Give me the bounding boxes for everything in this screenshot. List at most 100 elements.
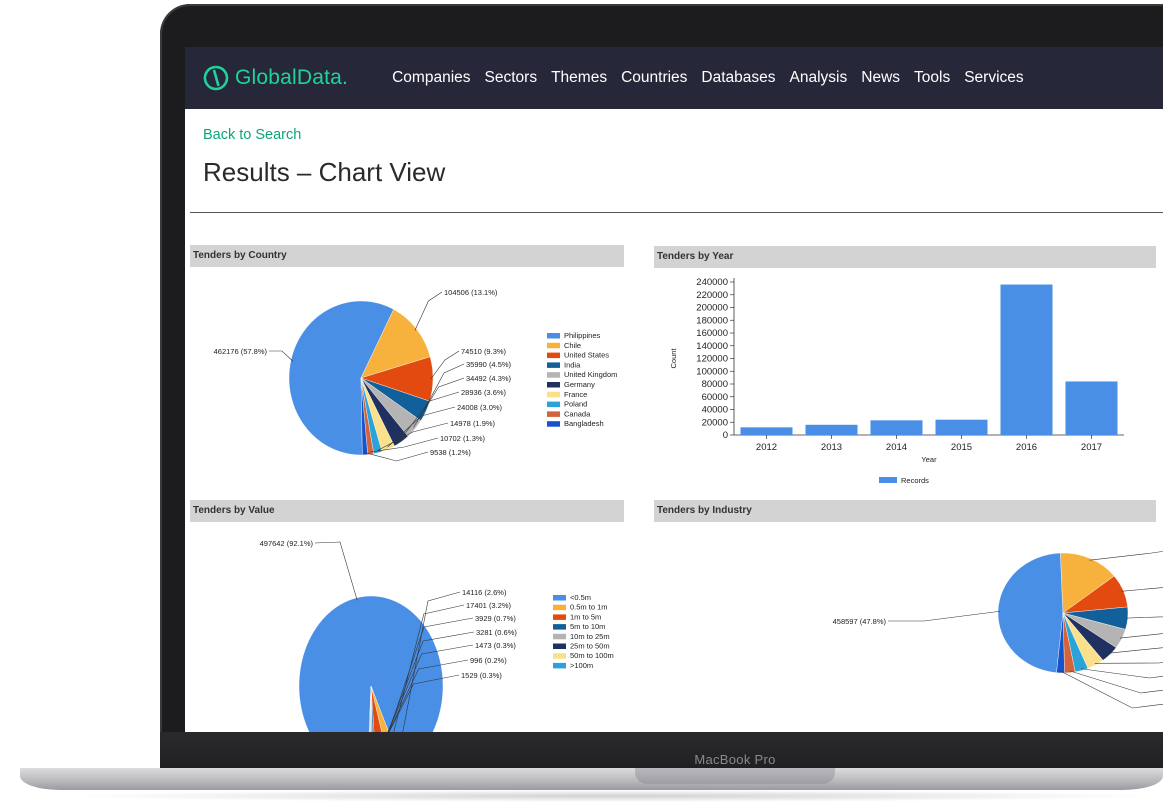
legend-swatch: [547, 342, 560, 349]
legend-label: India: [564, 360, 581, 369]
data-label: 24008 (3.0%): [457, 403, 503, 412]
data-label: 10702 (1.3%): [440, 434, 486, 443]
x-tick-label: 2012: [756, 442, 777, 453]
legend-swatch: [553, 624, 566, 630]
data-label: 458597 (47.8%): [833, 617, 887, 626]
bar: [935, 419, 988, 435]
x-tick-label: 2017: [1081, 442, 1102, 453]
legend-swatch: [553, 614, 566, 620]
legend-label: >100m: [570, 661, 593, 670]
data-label: 3281 (0.6%): [476, 628, 517, 637]
logo[interactable]: GlobalData.: [203, 63, 348, 93]
y-tick-label: 0: [723, 430, 728, 441]
leader-line: [430, 350, 460, 380]
data-label: 9538 (1.2%): [430, 448, 471, 457]
data-label: 996 (0.2%): [470, 656, 507, 665]
legend-swatch: [547, 391, 560, 398]
legend-label: 25m to 50m: [570, 642, 610, 651]
bar: [740, 427, 793, 435]
nav-item-countries[interactable]: Countries: [621, 69, 687, 87]
legend-swatch: [547, 401, 560, 408]
back-to-search-link[interactable]: Back to Search: [203, 127, 301, 143]
legend-label: 10m to 25m: [570, 632, 610, 641]
nav-item-databases[interactable]: Databases: [701, 69, 775, 87]
country-pie-chart: 462176 (57.8%) 104506 (13.1%) 74510 (9.3%)…: [214, 288, 617, 462]
legend-swatch: [553, 633, 566, 640]
x-tick-label: 2014: [886, 442, 907, 453]
bar: [805, 424, 858, 435]
legend-label: 5m to 10m: [570, 622, 605, 631]
legend-label: 1m to 5m: [570, 612, 601, 621]
leader-line: [1060, 670, 1163, 709]
legend-label: France: [564, 390, 587, 399]
nav-item-companies[interactable]: Companies: [392, 69, 470, 87]
legend-swatch: [547, 333, 560, 339]
y-tick-label: 160000: [696, 328, 728, 339]
legend-swatch: [553, 595, 566, 601]
leader-line: [1125, 616, 1163, 619]
y-tick-label: 140000: [696, 341, 728, 352]
nav-item-themes[interactable]: Themes: [551, 69, 607, 87]
laptop-notch: [635, 768, 835, 784]
legend-swatch: [553, 653, 566, 659]
data-label: 34492 (4.3%): [466, 374, 512, 383]
globaldata-logo-icon: [203, 65, 229, 91]
panel-tenders-by-value: Tenders by Value 497642 (92.1%) 14116 (2.…: [190, 500, 624, 732]
data-label: 17401 (3.2%): [466, 601, 512, 610]
bar: [1000, 284, 1053, 435]
y-tick-label: 220000: [696, 290, 728, 301]
x-tick-label: 2016: [1016, 442, 1037, 453]
data-label: 28936 (3.6%): [461, 388, 507, 397]
legend-swatch: [553, 662, 566, 669]
nav-item-news[interactable]: News: [861, 69, 900, 87]
x-tick-label: 2013: [821, 442, 842, 453]
nav-item-tools[interactable]: Tools: [914, 69, 950, 87]
page-title: Results – Chart View: [203, 157, 446, 187]
legend-swatch: [879, 477, 897, 483]
legend-swatch: [547, 411, 560, 417]
y-axis-label: Count: [669, 348, 678, 369]
leader-line: [269, 350, 294, 362]
data-label: 462176 (57.8%): [214, 347, 268, 356]
data-label: 74510 (9.3%): [461, 347, 507, 356]
legend-label: Canada: [564, 409, 591, 418]
data-label: 1529 (0.3%): [461, 671, 502, 680]
nav-item-analysis[interactable]: Analysis: [790, 69, 848, 87]
leader-line: [1081, 668, 1163, 679]
value-pie-chart: 497642 (92.1%) 14116 (2.6%) 17401 (3.2%) 39…: [260, 539, 614, 732]
data-label: 1473 (0.3%): [475, 641, 516, 650]
x-tick-label: 2015: [951, 442, 972, 453]
legend-swatch: [547, 372, 560, 378]
legend-label: Poland: [564, 400, 587, 409]
legend-swatch: [553, 604, 566, 611]
legend-label: Records: [901, 476, 929, 485]
y-tick-label: 240000: [696, 277, 728, 288]
top-navigation: GlobalData. Companies Sectors Themes Countr…: [185, 47, 1163, 109]
y-tick-label: 60000: [702, 392, 728, 403]
legend-label: <0.5m: [570, 593, 591, 602]
data-label: 3929 (0.7%): [475, 614, 516, 623]
legend-label: Bangladesh: [564, 419, 604, 428]
leader-line: [414, 291, 443, 331]
legend-label: Philippines: [564, 331, 601, 340]
legend-swatch: [553, 643, 566, 649]
legend-label: Chile: [564, 341, 581, 350]
legend-swatch: [547, 352, 560, 359]
laptop-shadow: [60, 790, 1163, 802]
leader-line: [1121, 587, 1163, 592]
nav-item-sectors[interactable]: Sectors: [485, 69, 538, 87]
legend-swatch: [547, 421, 560, 427]
data-label: 104506 (13.1%): [444, 288, 498, 297]
legend-label: 0.5m to 1m: [570, 603, 608, 612]
nav-item-services[interactable]: Services: [964, 69, 1023, 87]
laptop-base: [20, 768, 1163, 790]
y-tick-label: 180000: [696, 315, 728, 326]
screen: GlobalData. Companies Sectors Themes Countr…: [185, 47, 1163, 732]
legend-label: United States: [564, 351, 609, 360]
pie-slice: [997, 552, 1064, 673]
logo-text: GlobalData.: [235, 66, 349, 89]
panel-tenders-by-industry: Tenders by Industry 458597 (47.8%)144805…: [654, 500, 1163, 732]
x-axis-label: Year: [921, 455, 937, 464]
y-tick-label: 40000: [702, 405, 728, 416]
leader-line: [314, 541, 358, 601]
